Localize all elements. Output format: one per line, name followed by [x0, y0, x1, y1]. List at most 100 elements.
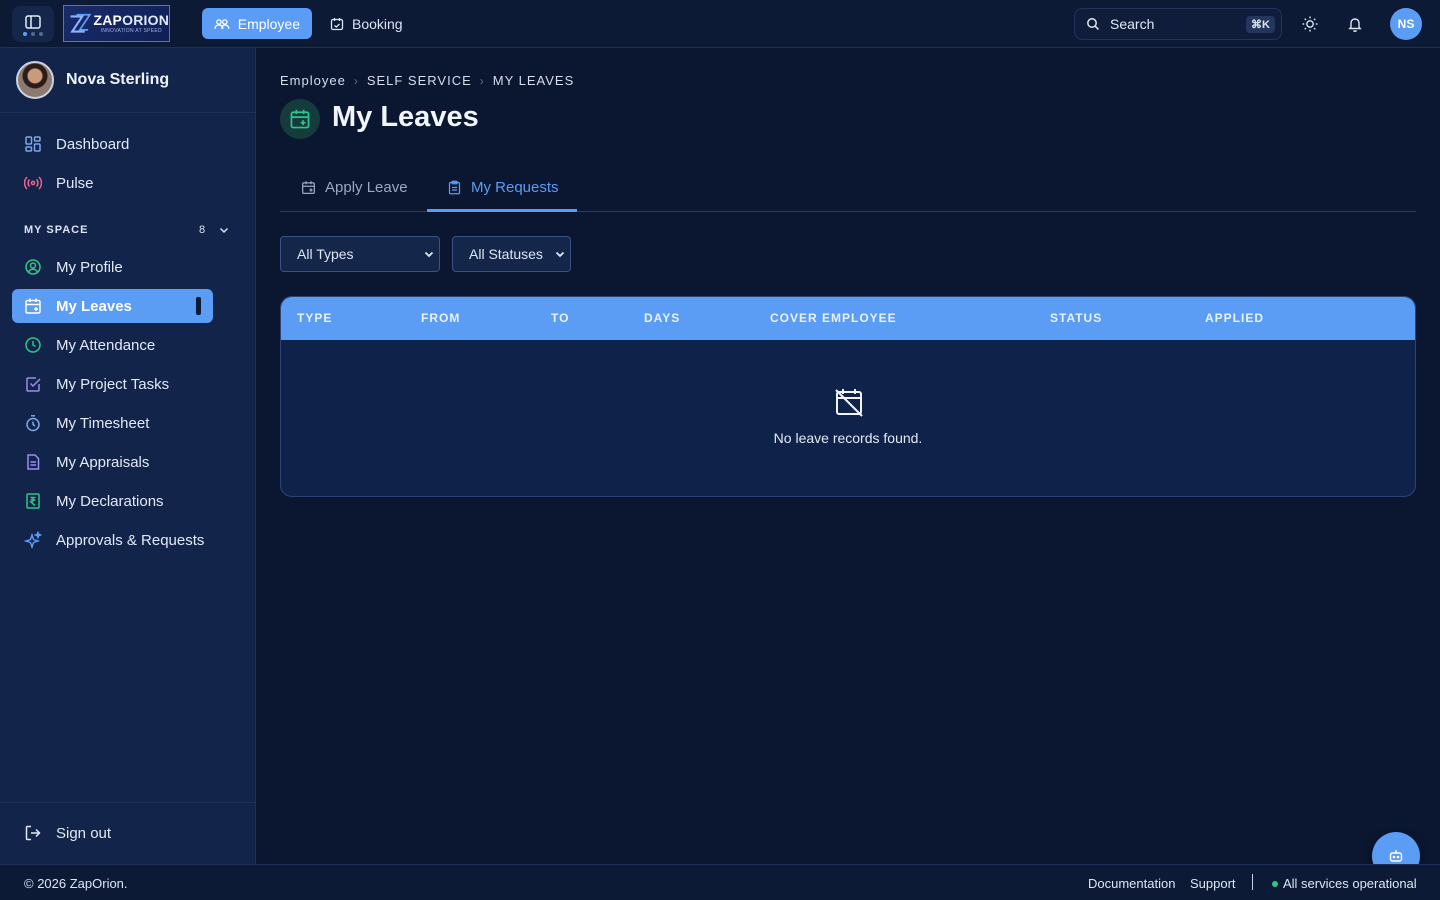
search-shortcut: ⌘K: [1246, 16, 1275, 33]
logo-mark-icon: [70, 13, 92, 33]
tab-apply-leave[interactable]: Apply Leave: [301, 163, 408, 212]
sparkles-icon: [24, 531, 42, 549]
page-title-icon: [280, 99, 320, 139]
theme-toggle-button[interactable]: [1298, 12, 1322, 36]
column-header-type[interactable]: TYPE: [297, 311, 332, 325]
footer: © 2026 ZapOrion. Documentation Support A…: [0, 864, 1440, 900]
status-dot-icon: [1272, 880, 1278, 887]
active-indicator: [196, 297, 201, 315]
nav-tab-label: Employee: [237, 15, 300, 32]
sidebar-item-my-attendance[interactable]: My Attendance: [12, 328, 213, 362]
sidebar-item-label: My Timesheet: [56, 414, 150, 432]
documentation-link[interactable]: Documentation: [1088, 876, 1175, 891]
nav-tab-booking[interactable]: Booking: [318, 8, 415, 39]
empty-state-message: No leave records found.: [773, 430, 923, 446]
user-profile-card[interactable]: Nova Sterling: [0, 48, 255, 113]
broadcast-icon: [24, 176, 42, 190]
status-filter-value: All Statuses: [469, 246, 543, 262]
bell-icon: [1348, 17, 1362, 32]
page-title: My Leaves: [332, 101, 479, 133]
users-icon: [214, 18, 230, 29]
tab-label: Apply Leave: [325, 179, 408, 196]
check-square-icon: [26, 377, 41, 392]
avatar: [16, 61, 54, 99]
search-icon: [1087, 18, 1100, 31]
timer-icon: [26, 415, 40, 432]
sign-out-button[interactable]: Sign out: [12, 816, 213, 850]
section-label-my-space: MY SPACE: [24, 224, 89, 236]
type-filter-value: All Types: [297, 246, 354, 262]
sidebar-item-label: Pulse: [56, 174, 94, 192]
breadcrumb-item-employee[interactable]: Employee: [280, 73, 346, 88]
support-link[interactable]: Support: [1190, 876, 1236, 891]
leave-requests-table: TYPE FROM TO DAYS COVER EMPLOYEE STATUS …: [280, 296, 1416, 497]
user-avatar-button[interactable]: NS: [1390, 8, 1422, 40]
dashboard-icon: [25, 136, 41, 152]
sign-out-icon: [25, 825, 41, 841]
calendar-off-icon: [835, 389, 863, 417]
sidebar-item-my-appraisals[interactable]: My Appraisals: [12, 445, 213, 479]
breadcrumb-item-my-leaves: MY LEAVES: [492, 73, 575, 88]
column-header-days[interactable]: DAYS: [644, 311, 680, 325]
sidebar-item-label: My Leaves: [56, 297, 132, 315]
sidebar-item-label: My Declarations: [56, 492, 164, 510]
sidebar-item-dashboard[interactable]: Dashboard: [12, 127, 213, 161]
rupee-receipt-icon: [26, 493, 40, 509]
sidebar-item-my-profile[interactable]: My Profile: [12, 250, 213, 284]
service-status[interactable]: All services operational: [1272, 876, 1417, 891]
sidebar-divider: [0, 802, 255, 803]
sidebar-item-my-timesheet[interactable]: My Timesheet: [12, 406, 213, 440]
clipboard-icon: [448, 180, 461, 195]
column-header-applied[interactable]: APPLIED: [1205, 311, 1264, 325]
sidebar-panel-icon: [25, 14, 41, 29]
user-name: Nova Sterling: [66, 71, 170, 88]
sign-out-label: Sign out: [56, 824, 112, 842]
tab-my-requests[interactable]: My Requests: [447, 163, 559, 212]
section-count-badge: 8: [199, 224, 206, 236]
search-input[interactable]: Search ⌘K: [1074, 8, 1282, 40]
chevron-down-icon[interactable]: [218, 224, 230, 236]
column-header-to[interactable]: TO: [551, 311, 569, 325]
chevron-down-icon: [555, 251, 565, 258]
sidebar-toggle-button[interactable]: [12, 6, 54, 42]
footer-divider: [1252, 874, 1253, 890]
tab-label: My Requests: [471, 179, 559, 196]
chevron-right-icon: ›: [479, 73, 485, 88]
sidebar-item-pulse[interactable]: Pulse: [12, 166, 213, 200]
nav-tab-employee[interactable]: Employee: [202, 8, 312, 39]
sidebar-item-label: My Profile: [56, 258, 123, 276]
clock-icon: [25, 337, 41, 353]
sidebar-item-approvals-requests[interactable]: Approvals & Requests: [12, 523, 213, 557]
type-filter-select[interactable]: All Types: [280, 236, 440, 272]
breadcrumb-item-self-service[interactable]: SELF SERVICE: [367, 73, 472, 88]
column-header-status[interactable]: STATUS: [1050, 311, 1102, 325]
calendar-check-icon: [330, 17, 344, 30]
chevron-right-icon: ›: [353, 73, 359, 88]
bot-icon: [1389, 850, 1403, 862]
sidebar-item-label: My Appraisals: [56, 453, 150, 471]
calendar-plus-icon: [290, 109, 310, 129]
status-filter-select[interactable]: All Statuses: [452, 236, 571, 272]
logo-tagline: INNOVATION AT SPEED: [100, 27, 162, 34]
document-icon: [27, 454, 40, 470]
sidebar-item-label: Dashboard: [56, 135, 130, 153]
table-header: TYPE FROM TO DAYS COVER EMPLOYEE STATUS …: [281, 297, 1415, 340]
copyright-text: © 2026 ZapOrion.: [24, 876, 128, 891]
zaporion-logo[interactable]: ZAPORION INNOVATION AT SPEED: [63, 5, 170, 42]
sidebar-item-my-project-tasks[interactable]: My Project Tasks: [12, 367, 213, 401]
sidebar-item-my-declarations[interactable]: My Declarations: [12, 484, 213, 518]
nav-tab-label: Booking: [352, 15, 403, 32]
chevron-down-icon: [424, 251, 434, 258]
logo-name: ZAPORION: [93, 11, 169, 28]
service-status-text: All services operational: [1283, 876, 1417, 891]
tab-active-underline: [427, 209, 577, 212]
sidebar-item-label: My Project Tasks: [56, 375, 170, 393]
column-header-from[interactable]: FROM: [421, 311, 460, 325]
column-header-cover-employee[interactable]: COVER EMPLOYEE: [770, 311, 897, 325]
sidebar-item-label: Approvals & Requests: [56, 531, 205, 549]
sidebar-item-label: My Attendance: [56, 336, 156, 354]
tabs: Apply Leave My Requests: [280, 163, 1416, 212]
notifications-button[interactable]: [1343, 12, 1367, 36]
workspace-dots: [23, 31, 43, 36]
sidebar-item-my-leaves[interactable]: My Leaves: [12, 289, 213, 323]
